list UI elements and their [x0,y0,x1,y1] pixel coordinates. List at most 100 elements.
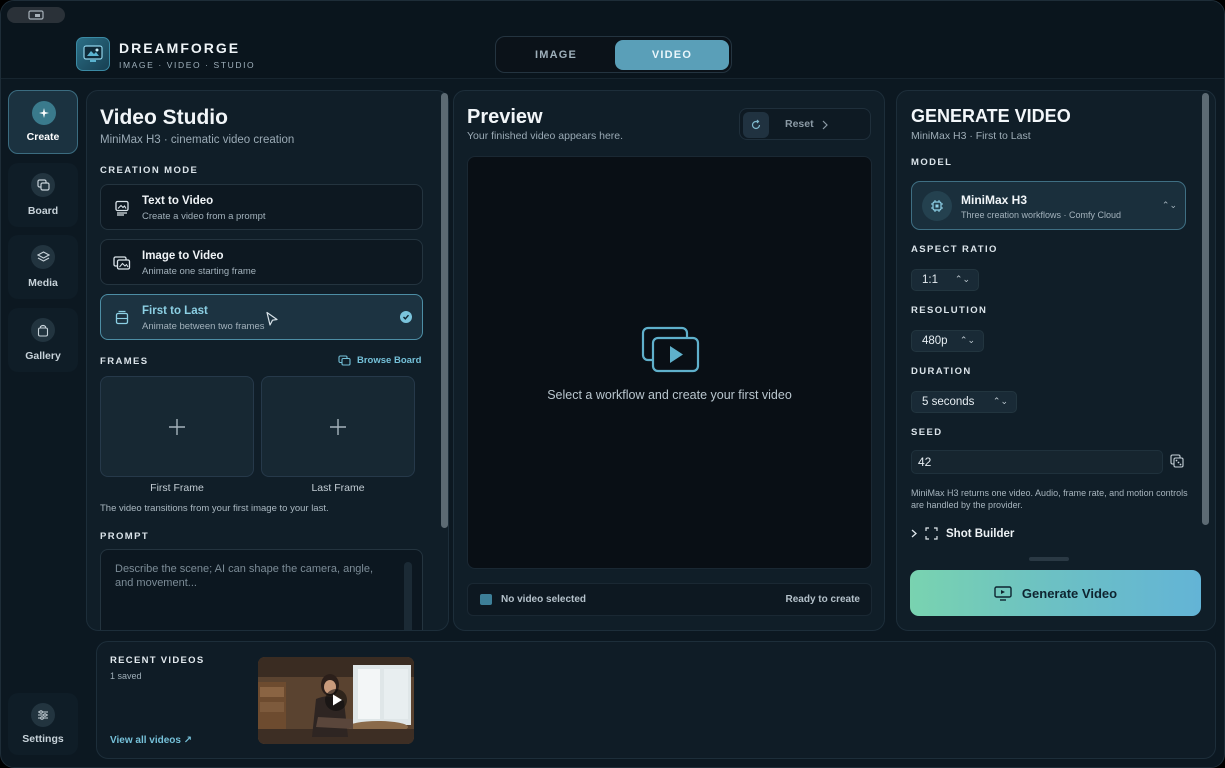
chevron-updown-icon: ⌃⌄ [959,335,975,345]
mode-title: First to Last [142,305,208,317]
generate-subtitle: MiniMax H3 · First to Last [911,130,1031,142]
generate-button-label: Generate Video [1021,585,1118,601]
reset-button[interactable]: Reset [739,108,871,140]
prompt-scrollbar[interactable] [404,562,412,630]
status-bar: No video selected Ready to create [467,583,872,616]
mode-title: Image to Video [142,250,224,262]
generate-note: MiniMax H3 returns one video. Audio, fra… [911,488,1188,510]
shot-builder-label: Shot Builder [946,527,1015,540]
video-studio-panel: Video Studio MiniMax H3 · cinematic vide… [86,90,449,631]
generate-video-button[interactable]: Generate Video [910,570,1201,616]
prompt-input[interactable] [101,550,401,630]
sidebar-item-media[interactable]: Media [8,235,78,299]
generate-title: GENERATE VIDEO [911,106,1071,126]
preview-title: Preview [467,106,543,128]
frames-icon [113,309,131,327]
last-frame-slot[interactable] [261,376,415,477]
mode-title: Text to Video [142,195,214,207]
empty-message: Select a workflow and create your first … [547,388,792,402]
shot-builder-toggle[interactable]: Shot Builder [911,527,1014,540]
plus-icon [169,418,185,435]
board-icon [31,173,55,197]
first-frame-label: First Frame [150,482,204,494]
gallery-icon [31,318,55,342]
seed-label: SEED [911,427,943,438]
mode-first-to-last[interactable]: First to Last Animate between two frames [100,294,423,340]
creation-mode-label: CREATION MODE [100,165,199,176]
logo-icon [76,37,110,71]
cursor-icon [266,311,278,326]
studio-scrollbar[interactable] [441,93,448,528]
sidebar-item-settings[interactable]: Settings [8,693,78,755]
sidebar-item-label: Gallery [25,350,61,362]
model-desc: Three creation workflows · Comfy Cloud [961,210,1122,220]
recent-count: 1 saved [110,671,142,681]
sidebar-item-create[interactable]: Create [8,90,78,154]
cafe-scene-image [258,657,414,744]
first-frame-slot[interactable] [100,376,254,477]
sidebar-item-board[interactable]: Board [8,163,78,227]
mode-image-to-video[interactable]: Image to Video Animate one starting fram… [100,239,423,285]
aspect-value: 1:1 [922,274,938,286]
sliders-icon [31,703,55,727]
last-frame-label: Last Frame [311,482,365,494]
video-file-icon [480,594,492,605]
mode-text-to-video[interactable]: Text to Video Create a video from a prom… [100,184,423,230]
frames-label: FRAMES [100,356,149,367]
mode-toggle: IMAGE VIDEO [495,36,732,73]
sidebar-item-gallery[interactable]: Gallery [8,308,78,372]
sparkle-icon [32,101,56,125]
generate-scrollbar[interactable] [1202,93,1209,525]
top-bar: DREAMFORGE IMAGE · VIDEO · STUDIO IMAGE … [1,1,1224,79]
studio-subtitle: MiniMax H3 · cinematic video creation [100,134,295,146]
model-select[interactable]: MiniMax H3 Three creation workflows · Co… [911,181,1186,230]
seed-input[interactable]: 42 [911,450,1163,474]
window-control[interactable] [7,7,65,23]
mode-desc: Animate one starting frame [142,266,257,277]
sidebar-item-label: Board [27,205,59,217]
browse-board-label: Browse Board [357,355,422,366]
resolution-label: RESOLUTION [911,305,988,316]
mode-desc: Create a video from a prompt [142,211,266,222]
prompt-box [100,549,423,630]
window-icon [28,10,44,20]
duration-label: DURATION [911,366,972,377]
chip-icon [922,191,952,221]
chevron-right-icon [822,120,828,130]
chevron-right-icon [911,529,917,538]
tab-video[interactable]: VIDEO [615,40,729,70]
duration-value: 5 seconds [922,396,975,408]
view-all-videos-link[interactable]: View all videos ↗ [110,735,192,746]
mode-desc: Animate between two frames [142,321,265,332]
aspect-label: ASPECT RATIO [911,244,998,255]
generate-panel: GENERATE VIDEO MiniMax H3 · First to Las… [896,90,1216,631]
sidebar-item-label: Settings [22,733,64,745]
model-label: MODEL [911,157,953,168]
aspect-select[interactable]: 1:1 ⌃⌄ [911,269,979,291]
chevron-updown-icon: ⌃⌄ [954,274,970,284]
board-icon [338,355,351,366]
sidebar-item-label: Media [28,277,58,289]
status-ready: Ready to create [785,594,860,605]
layers-icon [31,245,55,269]
images-icon [113,254,131,272]
frame-corners-icon [925,527,938,540]
scroll-hint [1029,557,1069,561]
reset-icon [743,112,769,138]
monitor-play-icon [994,585,1012,601]
video-stage: Select a workflow and create your first … [467,156,872,569]
model-name: MiniMax H3 [961,193,1028,207]
resolution-value: 480p [922,335,948,347]
chevron-updown-icon: ⌃⌄ [1161,200,1177,210]
video-thumbnail[interactable] [258,657,414,744]
dice-icon[interactable] [1170,454,1184,468]
reset-label: Reset [785,118,814,130]
sidebar-item-label: Create [26,131,60,143]
resolution-select[interactable]: 480p ⌃⌄ [911,330,984,352]
tab-image[interactable]: IMAGE [499,40,613,70]
recent-title: RECENT VIDEOS [110,655,205,666]
check-icon [400,311,412,323]
duration-select[interactable]: 5 seconds ⌃⌄ [911,391,1017,413]
browse-board-link[interactable]: Browse Board [338,355,421,366]
video-placeholder-icon [641,326,700,373]
